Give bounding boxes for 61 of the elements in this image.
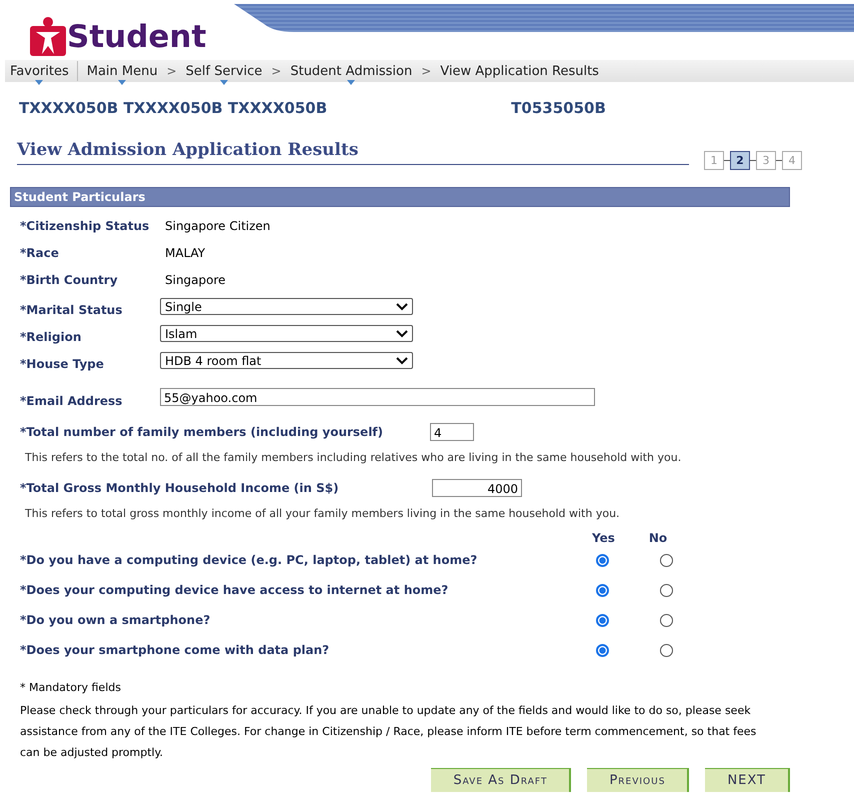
caret-icon[interactable] <box>347 80 356 84</box>
question-label: *Does your computing device have access to internet at home? <box>20 583 450 597</box>
field-label: *Total Gross Monthly Household Income (in S$) <box>20 481 340 495</box>
dropdown-field[interactable]: Islam <box>160 325 413 342</box>
column-header: No <box>648 531 668 545</box>
action-button[interactable]: Previous <box>587 768 690 792</box>
chevron-icon <box>396 356 408 364</box>
radio-button[interactable] <box>660 584 673 596</box>
section-header: Student Particulars <box>10 187 790 207</box>
radio-button[interactable] <box>596 554 609 566</box>
instructions-text: Please check through your particulars for accuracy. If you are unable to update any of the fields and would like to do so, please seek assistance from any of the ITE Colleges. For change in Citizenship / Race, please inform ITE before term commencement, so that fees can be adjusted promptly. <box>19 703 758 761</box>
field-value: Singapore Citizen <box>164 218 270 232</box>
field-label: *Citizenship Status <box>20 218 150 232</box>
field-label: *Birth Country <box>20 272 119 286</box>
chevron-icon <box>396 330 408 338</box>
caret-icon[interactable] <box>35 80 44 84</box>
breadcrumb-link[interactable]: Student Admission <box>290 64 412 78</box>
help-text: This refers to the total no. of all the family members including relatives who are living in the same household with you. <box>24 450 682 466</box>
field-value: Singapore <box>164 272 226 286</box>
number-field[interactable]: 4000 <box>432 479 522 497</box>
logo-text: Student <box>67 18 206 56</box>
action-button[interactable]: NEXT <box>705 768 790 792</box>
breadcrumb-separator: > <box>166 64 177 78</box>
field-label: *Religion <box>20 330 82 344</box>
number-field[interactable]: 4 <box>430 423 474 441</box>
breadcrumb-link[interactable]: View Application Results <box>440 64 599 78</box>
radio-button[interactable] <box>596 584 609 596</box>
field-label: *Total number of family members (including yourself) <box>20 425 384 439</box>
field-value: MALAY <box>164 246 206 260</box>
figure-logo-icon <box>30 16 66 56</box>
chevron-icon <box>396 302 408 310</box>
mandatory-note: * Mandatory fields <box>19 680 122 694</box>
radio-button[interactable] <box>596 614 609 626</box>
radio-button[interactable] <box>660 614 673 626</box>
field-label: *House Type <box>20 356 105 370</box>
dropdown-field[interactable]: Single <box>160 298 413 315</box>
question-label: *Does your smartphone come with data plan? <box>20 643 330 657</box>
field-label: *Email Address <box>20 394 124 408</box>
page-title: View Admission Application Results <box>17 140 689 165</box>
student-id: TXXXX050B TXXXX050B TXXXX050B <box>19 99 328 119</box>
breadcrumb-separator: > <box>421 64 432 78</box>
question-label: *Do you own a smartphone? <box>20 613 212 627</box>
question-label: *Do you have a computing device (e.g. PC, laptop, tablet) at home? <box>20 553 478 567</box>
breadcrumb-link[interactable]: Self Service <box>186 64 262 78</box>
caret-icon[interactable] <box>118 80 126 84</box>
column-header: Yes <box>592 531 615 545</box>
field-label: *Race <box>20 246 60 260</box>
breadcrumb-separator: > <box>271 64 282 78</box>
breadcrumb-link[interactable]: Favorites <box>10 64 69 78</box>
action-button[interactable]: Save As Draft <box>431 768 572 792</box>
radio-button[interactable] <box>660 554 673 566</box>
field-label: *Marital Status <box>20 302 124 316</box>
radio-button[interactable] <box>596 644 609 656</box>
help-text: This refers to total gross monthly income of all your family members living in the same household with you. <box>24 506 621 522</box>
radio-button[interactable] <box>660 644 673 656</box>
email-field[interactable]: 55@yahoo.com <box>160 388 595 406</box>
caret-icon[interactable] <box>220 80 228 84</box>
step-indicator[interactable]: 2 <box>730 151 750 170</box>
dropdown-field[interactable]: HDB 4 room flat <box>160 352 413 369</box>
breadcrumb-link[interactable]: Main Menu <box>86 64 158 78</box>
student-id: T0535050B <box>511 99 606 119</box>
